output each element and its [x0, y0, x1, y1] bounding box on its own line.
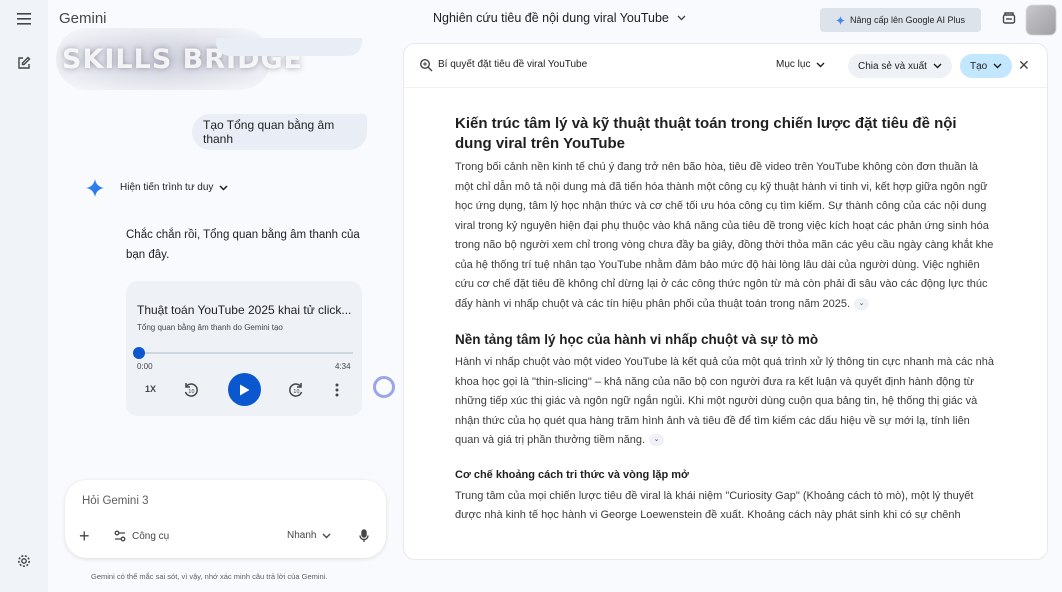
- chevron-down-icon: [219, 184, 228, 191]
- document-title: Bí quyết đặt tiêu đề viral YouTube: [438, 59, 588, 70]
- chevron-down-icon: [993, 63, 1002, 69]
- upgrade-label: Nâng cấp lên Google AI Plus: [849, 15, 966, 25]
- settings-icon[interactable]: [14, 551, 34, 571]
- mode-label: Nhanh: [287, 530, 317, 541]
- audio-duration: 4:34: [335, 362, 351, 371]
- subsection-heading: Cơ chế khoảng cách tri thức và vòng lặp …: [455, 468, 689, 481]
- app-name[interactable]: Gemini: [59, 10, 107, 27]
- share-export-label: Chia sẻ và xuất: [858, 60, 927, 72]
- document-paragraph: Trung tâm của mọi chiến lược tiêu đề vir…: [455, 489, 974, 522]
- playback-speed-button[interactable]: 1X: [145, 384, 156, 394]
- close-icon[interactable]: ✕: [1018, 58, 1030, 72]
- expand-citation-icon[interactable]: ⌄: [649, 434, 665, 447]
- sparkle-icon: [835, 15, 845, 25]
- model-mode-dropdown[interactable]: Nhanh: [287, 530, 331, 541]
- section-heading: Nền tảng tâm lý học của hành vi nhấp chu…: [455, 332, 819, 347]
- mouse-cursor-highlight: [373, 376, 395, 398]
- conversation-title-dropdown[interactable]: Nghiên cứu tiêu đề nội dung viral YouTub…: [433, 11, 686, 25]
- share-export-button[interactable]: Chia sẻ và xuất: [848, 54, 952, 78]
- new-chat-icon[interactable]: [14, 53, 34, 73]
- menu-icon[interactable]: [14, 9, 34, 29]
- left-rail: [0, 0, 48, 592]
- prompt-input[interactable]: Hỏi Gemini 3: [82, 495, 148, 507]
- document-body: Kiến trúc tâm lý và kỹ thuật thuật toán …: [455, 114, 995, 526]
- microphone-icon[interactable]: [357, 529, 371, 543]
- conversation-title: Nghiên cứu tiêu đề nội dung viral YouTub…: [433, 11, 669, 25]
- toc-label: Mục lục: [776, 59, 811, 70]
- svg-text:10: 10: [293, 389, 299, 395]
- table-of-contents-dropdown[interactable]: Mục lục: [776, 59, 825, 70]
- show-thinking-toggle[interactable]: Hiện tiến trình tư duy: [120, 182, 228, 193]
- create-label: Tạo: [970, 60, 988, 72]
- user-message: Tạo Tổng quan bằng âm thanh: [192, 114, 367, 150]
- audio-progress-track[interactable]: [145, 352, 353, 354]
- audio-progress-handle[interactable]: [133, 347, 145, 359]
- audio-overview-player: Thuật toán YouTube 2025 khai tử click...…: [126, 281, 362, 416]
- previous-message-bubble: [216, 38, 362, 56]
- research-icon: [419, 58, 433, 72]
- avatar[interactable]: [1026, 5, 1056, 35]
- audio-subtitle: Tổng quan bằng âm thanh do Gemini tạo: [137, 323, 283, 332]
- assistant-reply: Chắc chắn rồi, Tổng quan bằng âm thanh c…: [126, 229, 360, 261]
- add-attachment-icon[interactable]: +: [79, 527, 90, 545]
- document-paragraph: Trong bối cảnh nền kinh tế chú ý đang tr…: [455, 161, 994, 310]
- chevron-down-icon: [933, 63, 942, 69]
- audio-title: Thuật toán YouTube 2025 khai tử click...: [137, 303, 352, 317]
- user-message-text: Tạo Tổng quan bằng âm thanh: [203, 118, 335, 146]
- chevron-down-icon: [816, 62, 825, 67]
- gemini-spark-icon: [86, 179, 104, 197]
- thinking-label: Hiện tiến trình tư duy: [120, 182, 214, 193]
- tools-label: Công cụ: [132, 530, 170, 542]
- forward-10-icon[interactable]: 10: [287, 381, 305, 399]
- chevron-down-icon: [677, 15, 686, 21]
- play-button[interactable]: [228, 373, 261, 406]
- share-screen-icon[interactable]: [1001, 10, 1019, 28]
- chevron-down-icon: [322, 533, 331, 538]
- rewind-10-icon[interactable]: 10: [182, 381, 200, 399]
- disclaimer-text: Gemini có thể mắc sai sót, vì vậy, nhớ x…: [91, 572, 328, 581]
- tools-icon: [114, 530, 126, 542]
- create-button[interactable]: Tạo: [960, 54, 1013, 78]
- more-options-icon[interactable]: [328, 381, 346, 399]
- play-icon: [240, 384, 250, 395]
- upgrade-button[interactable]: Nâng cấp lên Google AI Plus: [820, 8, 981, 32]
- prompt-composer[interactable]: Hỏi Gemini 3 + Công cụ Nhanh: [65, 480, 386, 558]
- document-heading: Kiến trúc tâm lý và kỹ thuật thuật toán …: [455, 115, 957, 152]
- document-paragraph: Hành vi nhấp chuột vào một video YouTube…: [455, 356, 994, 447]
- document-panel: Bí quyết đặt tiêu đề viral YouTube Mục l…: [403, 43, 1048, 560]
- tools-button[interactable]: Công cụ: [114, 530, 169, 542]
- expand-citation-icon[interactable]: ⌄: [854, 297, 870, 310]
- document-header: Bí quyết đặt tiêu đề viral YouTube Mục l…: [404, 44, 1047, 88]
- svg-text:10: 10: [188, 389, 194, 395]
- audio-current-time: 0:00: [137, 362, 153, 371]
